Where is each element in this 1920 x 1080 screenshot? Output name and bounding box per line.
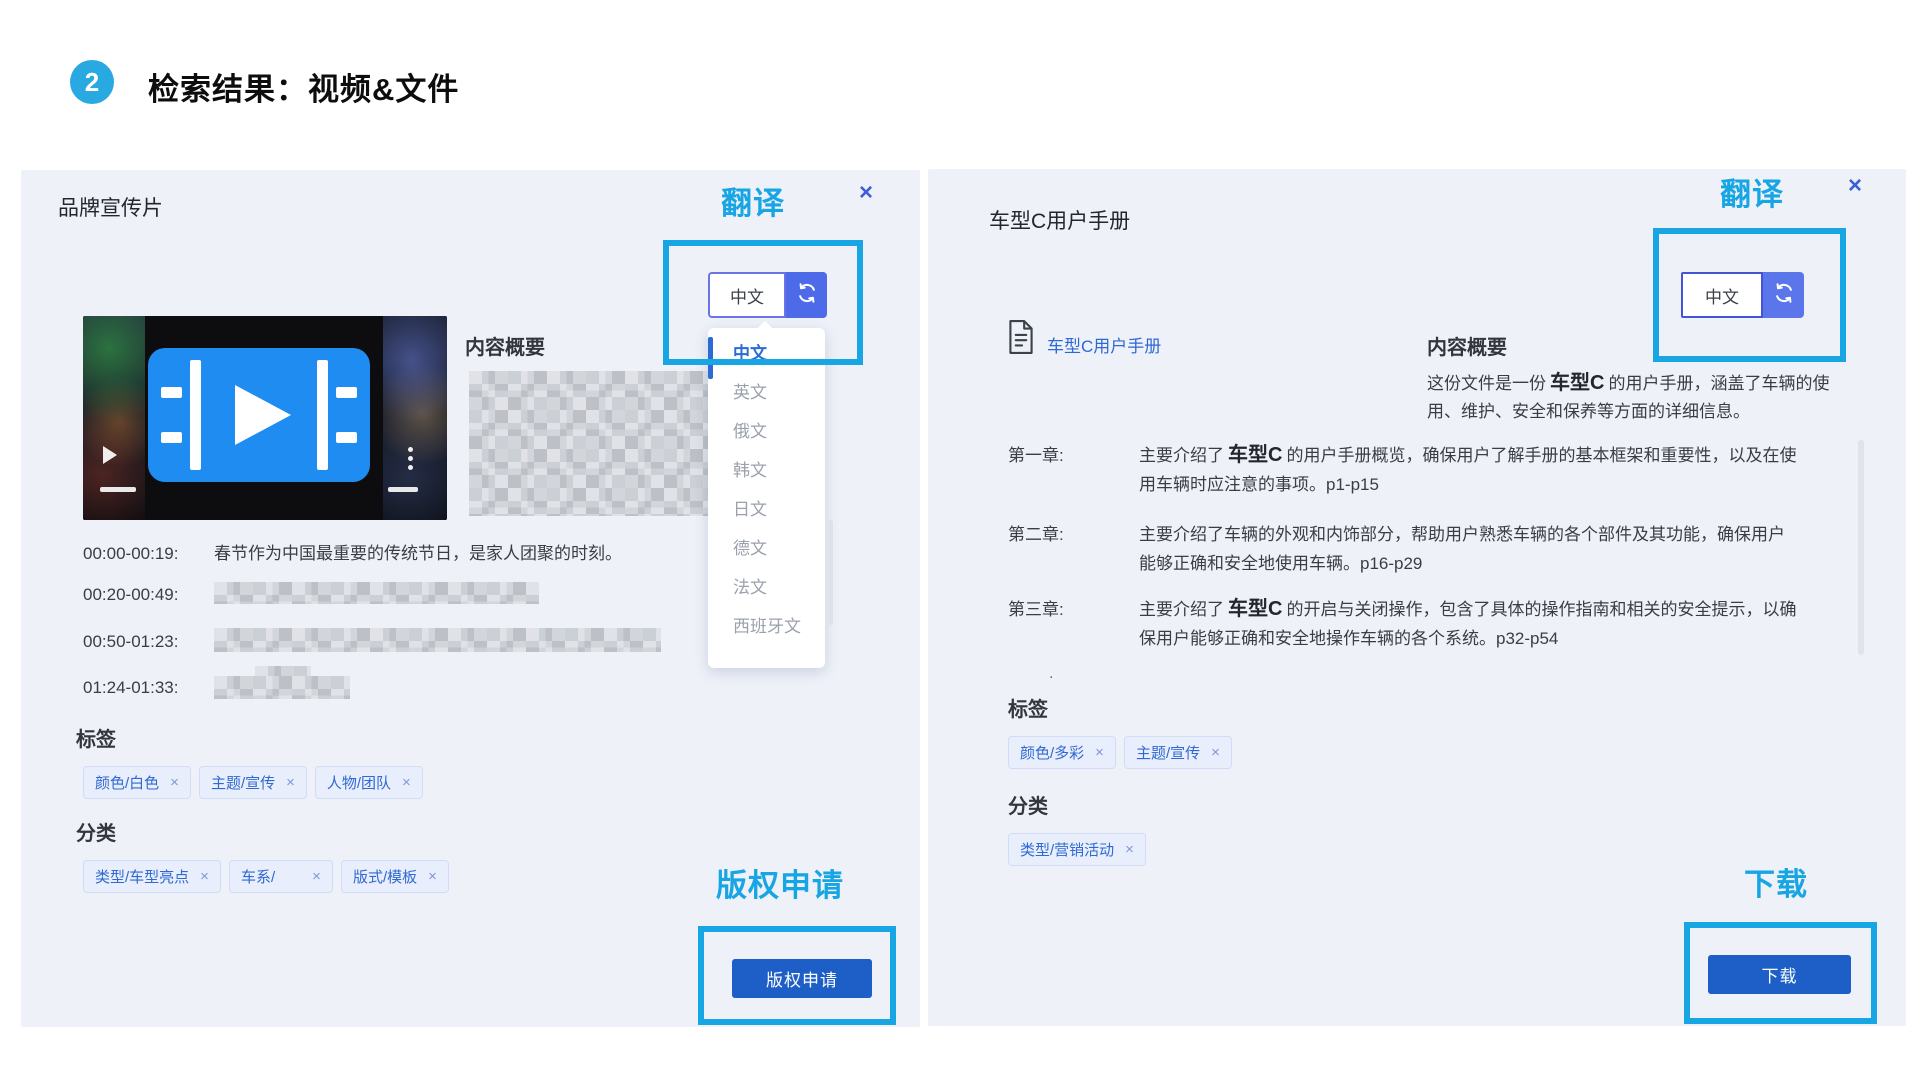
language-option-fr[interactable]: 法文 <box>708 568 825 607</box>
chapter-text: 主要介绍了车型C的用户手册概览，确保用户了解手册的基本框架和重要性，以及在使用车… <box>1139 441 1801 499</box>
language-option-en[interactable]: 英文 <box>708 373 825 412</box>
tag-chip: 主题/宣传 × <box>199 766 307 799</box>
translate-highlight-box <box>1653 228 1846 362</box>
close-icon[interactable]: × <box>859 183 873 203</box>
document-link[interactable]: 车型C用户手册 <box>1047 332 1161 357</box>
chip-close-icon[interactable]: × <box>1125 841 1134 858</box>
category-chip: 版式/模板 × <box>341 860 449 893</box>
video-dialog-title: 品牌宣传片 <box>58 192 163 222</box>
translate-highlight-box <box>663 240 863 365</box>
page: 2 检索结果：视频&文件 品牌宣传片 翻译 × 中文 中文 <box>0 0 1920 1080</box>
language-option-ko[interactable]: 韩文 <box>708 451 825 490</box>
chapter-row: 第一章: 主要介绍了车型C的用户手册概览，确保用户了解手册的基本框架和重要性，以… <box>1008 441 1801 499</box>
tag-label: 颜色/多彩 <box>1020 742 1084 763</box>
more-dots-icon <box>408 447 413 470</box>
chapter-label: 第三章: <box>1008 595 1139 653</box>
timeline-row: 00:50-01:23: <box>83 632 214 652</box>
redacted-text <box>214 628 661 652</box>
chapter-label: 第二章: <box>1008 520 1139 578</box>
content-scrollbar[interactable] <box>1858 440 1864 655</box>
timeline-time: 00:00-00:19: <box>83 544 214 564</box>
timeline-time: 00:20-00:49: <box>83 585 214 605</box>
tag-chip: 主题/宣传 × <box>1124 736 1232 769</box>
video-thumbnail[interactable] <box>83 316 447 520</box>
tag-chip: 颜色/白色 × <box>83 766 191 799</box>
chip-close-icon[interactable]: × <box>312 868 321 885</box>
language-dropdown: 中文 英文 俄文 韩文 日文 德文 法文 西班牙文 <box>708 328 825 668</box>
category-chip: 类型/营销活动 × <box>1008 833 1146 866</box>
document-detail-dialog: 车型C用户手册 翻译 × 中文 车型C用户手册 <box>928 169 1906 1026</box>
language-option-ru[interactable]: 俄文 <box>708 412 825 451</box>
translate-annotation: 翻译 <box>721 178 785 223</box>
close-icon[interactable]: × <box>1848 176 1862 196</box>
download-button[interactable]: 下载 <box>1708 955 1851 994</box>
copyright-annotation: 版权申请 <box>716 860 844 905</box>
redacted-text <box>214 582 539 604</box>
page-title: 检索结果：视频&文件 <box>148 64 459 109</box>
summary-intro: 这份文件是一份车型C的用户手册，涵盖了车辆的使用、维护、安全和保养等方面的详细信… <box>1427 369 1861 426</box>
chapter-row: 第三章: 主要介绍了车型C的开启与关闭操作，包含了具体的操作指南和相关的安全提示… <box>1008 595 1801 653</box>
step-badge: 2 <box>70 60 114 104</box>
timeline-text: 春节作为中国最重要的传统节日，是家人团聚的时刻。 <box>214 544 622 563</box>
category-label: 车系/ <box>241 866 275 887</box>
tag-label: 主题/宣传 <box>211 772 275 793</box>
category-label: 类型/营销活动 <box>1020 839 1114 860</box>
tags-heading: 标签 <box>76 723 116 752</box>
chip-close-icon[interactable]: × <box>1211 744 1220 761</box>
chip-close-icon[interactable]: × <box>200 868 209 885</box>
video-play-icon[interactable] <box>148 348 370 487</box>
categories-heading: 分类 <box>1008 790 1048 819</box>
chip-close-icon[interactable]: × <box>170 774 179 791</box>
redacted-text <box>214 676 350 699</box>
chip-close-icon[interactable]: × <box>402 774 411 791</box>
chapter-text: 主要介绍了车型C的开启与关闭操作，包含了具体的操作指南和相关的安全提示，以确保用… <box>1139 595 1801 653</box>
chapter-text: 主要介绍了车辆的外观和内饰部分，帮助用户熟悉车辆的各个部件及其功能，确保用户能够… <box>1139 520 1801 578</box>
summary-heading: 内容概要 <box>1427 331 1507 360</box>
tags-heading: 标签 <box>1008 693 1048 722</box>
timeline-time: 00:50-01:23: <box>83 632 214 652</box>
timeline-time: 01:24-01:33: <box>83 678 214 698</box>
download-annotation: 下载 <box>1744 859 1808 904</box>
category-label: 类型/车型亮点 <box>95 866 189 887</box>
chapter-row: 第二章: 主要介绍了车辆的外观和内饰部分，帮助用户熟悉车辆的各个部件及其功能，确… <box>1008 520 1801 578</box>
language-option-de[interactable]: 德文 <box>708 529 825 568</box>
stray-period: . <box>1049 665 1053 683</box>
summary-heading: 内容概要 <box>465 331 545 360</box>
chip-close-icon[interactable]: × <box>286 774 295 791</box>
category-label: 版式/模板 <box>353 866 417 887</box>
model-name: 车型C <box>1550 372 1604 394</box>
dropdown-scrollbar[interactable] <box>828 520 833 625</box>
chapter-label: 第一章: <box>1008 441 1139 499</box>
tag-label: 人物/团队 <box>327 772 391 793</box>
tag-label: 主题/宣传 <box>1136 742 1200 763</box>
chip-close-icon[interactable]: × <box>1095 744 1104 761</box>
categories-heading: 分类 <box>76 817 116 846</box>
timeline-row: 00:20-00:49: <box>83 585 214 605</box>
redacted-summary <box>469 371 715 516</box>
small-play-icon <box>103 446 117 464</box>
copyright-apply-button[interactable]: 版权申请 <box>732 959 872 998</box>
tag-chip: 人物/团队 × <box>315 766 423 799</box>
chip-close-icon[interactable]: × <box>428 868 437 885</box>
video-detail-dialog: 品牌宣传片 翻译 × 中文 中文 英文 俄文 <box>21 170 920 1027</box>
document-icon <box>1006 319 1036 360</box>
language-option-ja[interactable]: 日文 <box>708 490 825 529</box>
translate-annotation: 翻译 <box>1720 169 1784 214</box>
timeline-row: 00:00-00:19:春节作为中国最重要的传统节日，是家人团聚的时刻。 <box>83 539 622 564</box>
language-option-es[interactable]: 西班牙文 <box>708 607 825 646</box>
tag-chip: 颜色/多彩 × <box>1008 736 1116 769</box>
timeline-row: 01:24-01:33: <box>83 678 214 698</box>
progress-bar-right <box>388 487 418 492</box>
document-dialog-title: 车型C用户手册 <box>989 205 1130 235</box>
progress-bar-left <box>100 487 136 492</box>
category-chip: 类型/车型亮点 × <box>83 860 221 893</box>
tag-label: 颜色/白色 <box>95 772 159 793</box>
intro-pre: 这份文件是一份 <box>1427 374 1546 393</box>
category-chip: 车系/ × <box>229 860 333 893</box>
